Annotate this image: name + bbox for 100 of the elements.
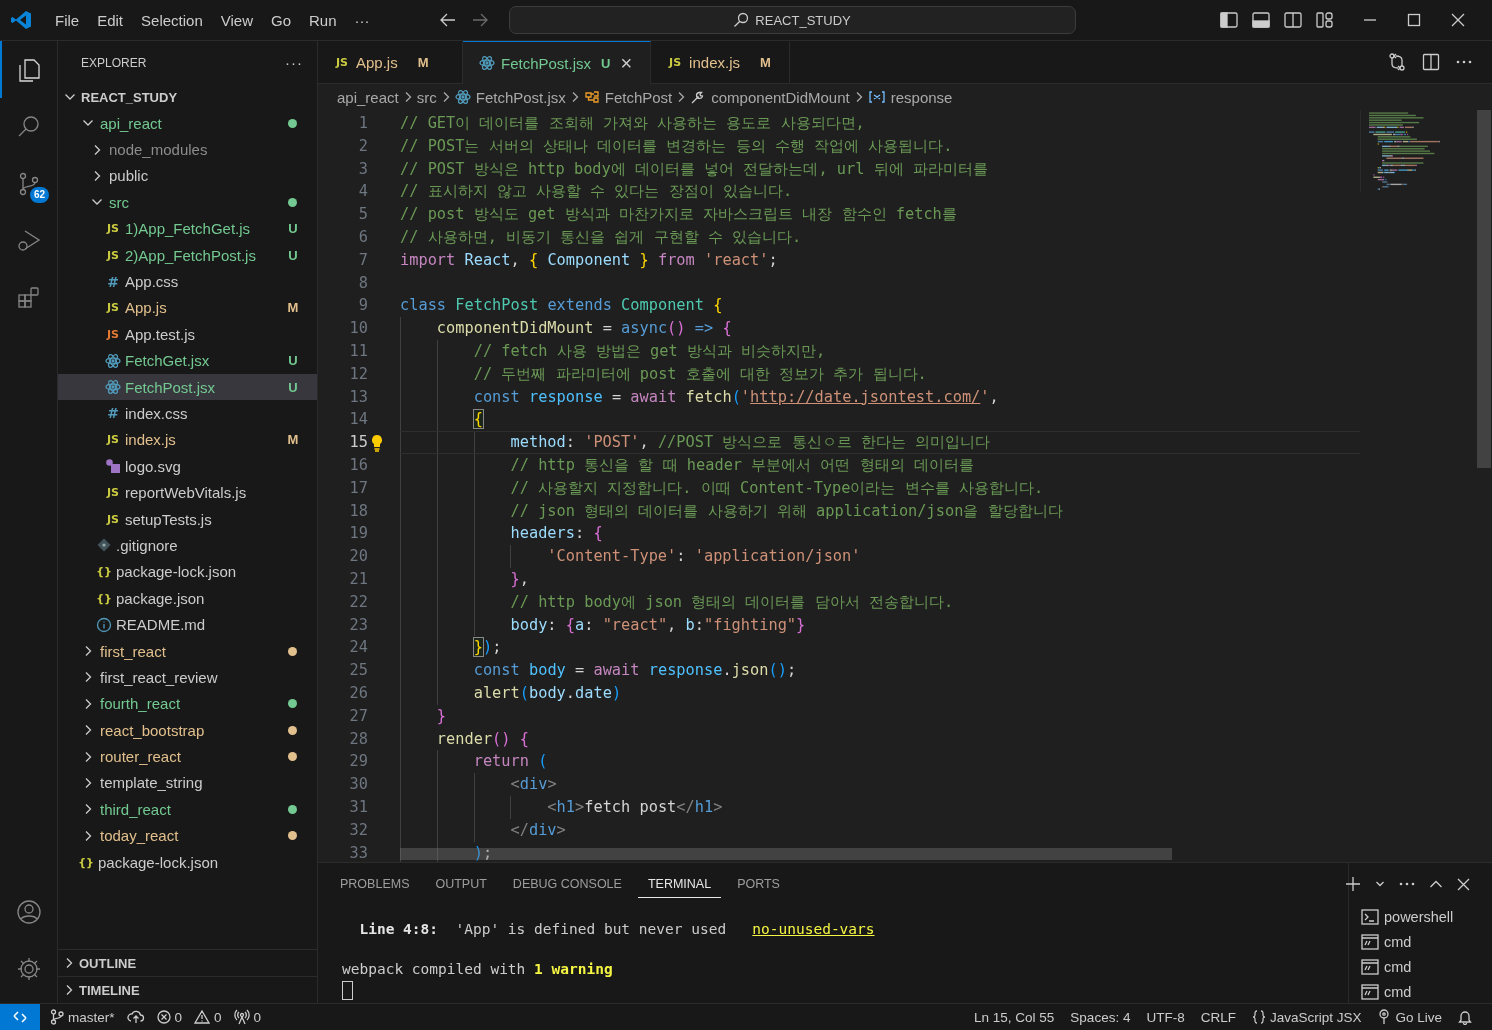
- explorer-entry[interactable]: # index.css: [58, 400, 317, 427]
- atom-icon: [479, 55, 495, 71]
- line-number: 25: [348, 660, 368, 682]
- status-item[interactable]: Spaces: 4: [1064, 1009, 1137, 1025]
- explorer-entry[interactable]: JS reportWebVitals.js: [58, 479, 317, 506]
- status-item[interactable]: UTF-8: [1140, 1009, 1191, 1025]
- explorer-entry[interactable]: JS index.js M: [58, 426, 317, 454]
- explorer-folder[interactable]: api_react: [58, 110, 317, 137]
- chevron-down-icon: [64, 92, 76, 102]
- panel-tab[interactable]: PORTS: [727, 870, 790, 898]
- terminal-item[interactable]: cmd: [1361, 979, 1492, 1004]
- line-number: 27: [348, 705, 368, 727]
- explorer-folder[interactable]: public: [58, 162, 317, 190]
- breadcrumb-item[interactable]: FetchPost: [583, 88, 673, 106]
- toggle-sidebar-icon: [1220, 12, 1238, 28]
- explorer-folder[interactable]: first_react_review: [58, 664, 317, 691]
- breadcrumb-item[interactable]: response: [867, 88, 953, 106]
- explorer-folder[interactable]: fourth_react: [58, 690, 317, 717]
- compare-changes-icon: [1388, 53, 1406, 71]
- terminal-item[interactable]: cmd: [1361, 929, 1492, 954]
- file-type-icon: JS: [105, 327, 121, 341]
- terminal-item[interactable]: cmd: [1361, 954, 1492, 979]
- ports-status-item[interactable]: 0: [227, 1009, 268, 1025]
- explorer-entry[interactable]: {} package-lock.json: [58, 558, 317, 586]
- language-status-item[interactable]: JavaScript JSX: [1245, 1009, 1368, 1025]
- code-line: return (: [472, 752, 548, 771]
- source-control-activity[interactable]: 62: [0, 155, 55, 212]
- menu-item[interactable]: ···: [345, 7, 379, 33]
- explorer-folder[interactable]: node_modules: [58, 136, 317, 163]
- lightbulb-icon: [370, 434, 384, 453]
- explorer-entry[interactable]: FetchPost.jsx U: [58, 373, 317, 401]
- explorer-entry[interactable]: {} package-lock.json: [58, 848, 317, 876]
- explorer-entry[interactable]: JS 2)App_FetchPost.js U: [58, 241, 317, 269]
- breadcrumb-item[interactable]: componentDidMount: [690, 88, 850, 106]
- horizontal-scrollbar[interactable]: [400, 848, 1172, 860]
- terminal-line: webpack compiled with 1 warning: [342, 961, 613, 977]
- panel-tab[interactable]: OUTPUT: [425, 870, 497, 898]
- code-line: // 사용하면, 비동기 통신을 쉽게 구현할 수 있습니다.: [400, 228, 802, 246]
- explorer-entry[interactable]: logo.svg: [58, 453, 317, 480]
- close-tab-button[interactable]: ×: [620, 51, 633, 75]
- explorer-entry[interactable]: .gitignore: [58, 532, 317, 559]
- file-type-icon: JS: [105, 486, 121, 500]
- explorer-folder[interactable]: template_string: [58, 769, 317, 797]
- explorer-folder[interactable]: first_react: [58, 637, 317, 665]
- line-number: 26: [348, 682, 368, 704]
- editor-tab[interactable]: FetchPost.jsx U ×: [463, 41, 652, 84]
- close-icon: [1451, 13, 1465, 27]
- workspace-header[interactable]: REACT_STUDY: [58, 84, 317, 110]
- branch-status-item[interactable]: master*: [44, 1009, 121, 1025]
- explorer-folder[interactable]: react_bootstrap: [58, 717, 317, 744]
- line-number: 14: [348, 409, 368, 431]
- file-type-icon: {}: [96, 591, 112, 605]
- more-actions-button[interactable]: ···: [285, 54, 303, 71]
- menu-item[interactable]: View: [211, 7, 262, 33]
- breadcrumb-item[interactable]: FetchPost.jsx: [454, 88, 566, 106]
- explorer-entry[interactable]: JS App.test.js: [58, 321, 317, 348]
- menu-item[interactable]: Selection: [132, 7, 212, 33]
- explorer-entry[interactable]: JS App.js M: [58, 294, 317, 322]
- explorer-folder[interactable]: third_react: [58, 796, 317, 823]
- status-item[interactable]: Ln 15, Col 55: [968, 1009, 1061, 1025]
- terminal-item[interactable]: powershell: [1361, 904, 1492, 929]
- explorer-folder[interactable]: router_react: [58, 743, 317, 770]
- more-icon: [1456, 60, 1472, 64]
- line-number: 8: [357, 272, 368, 294]
- panel-tab[interactable]: TERMINAL: [637, 870, 722, 898]
- antenna-icon: [1377, 1009, 1392, 1025]
- file-type-icon: JS: [105, 248, 121, 262]
- explorer-folder[interactable]: src: [58, 189, 317, 216]
- explorer-entry[interactable]: JS 1)App_FetchGet.js U: [58, 215, 317, 242]
- code-line: import React, { Component } from 'react';: [400, 250, 778, 269]
- error-status-item[interactable]: 0: [150, 1009, 189, 1025]
- explorer-entry[interactable]: README.md: [58, 611, 317, 638]
- status-item[interactable]: CRLF: [1194, 1009, 1242, 1025]
- breadcrumb-item[interactable]: src: [416, 88, 437, 106]
- menu-item[interactable]: Go: [262, 7, 300, 33]
- line-number: 16: [348, 454, 368, 476]
- editor-tab[interactable]: JS index.js M: [651, 41, 791, 83]
- remote-button[interactable]: [0, 1004, 40, 1030]
- plus-icon: [1345, 876, 1361, 892]
- explorer-folder[interactable]: today_react: [58, 822, 317, 849]
- menu-item[interactable]: File: [46, 7, 89, 33]
- explorer-entry[interactable]: FetchGet.jsx U: [58, 347, 317, 374]
- line-number: 1: [357, 113, 368, 134]
- menu-item[interactable]: Run: [300, 7, 346, 33]
- more-icon: [1399, 882, 1415, 886]
- explorer-entry[interactable]: JS setupTests.js: [58, 505, 317, 533]
- warning-status-item[interactable]: 0: [188, 1009, 228, 1025]
- explorer-entry[interactable]: # App.css: [58, 268, 317, 295]
- breadcrumb-item[interactable]: api_react: [337, 88, 399, 106]
- warning-icon: [194, 1010, 211, 1024]
- explorer-entry[interactable]: {} package.json: [58, 585, 317, 612]
- golive-status-item[interactable]: Go Live: [1371, 1009, 1448, 1025]
- command-center-field[interactable]: REACT_STUDY: [508, 6, 1076, 34]
- scrollbar-thumb[interactable]: [1477, 110, 1491, 468]
- menu-item[interactable]: Edit: [88, 7, 133, 33]
- chevron-right-icon: [83, 697, 93, 710]
- section-header[interactable]: OUTLINE: [58, 949, 317, 976]
- panel-tab[interactable]: DEBUG CONSOLE: [502, 870, 632, 898]
- atom-icon: [105, 352, 121, 369]
- panel-tab[interactable]: PROBLEMS: [330, 870, 420, 898]
